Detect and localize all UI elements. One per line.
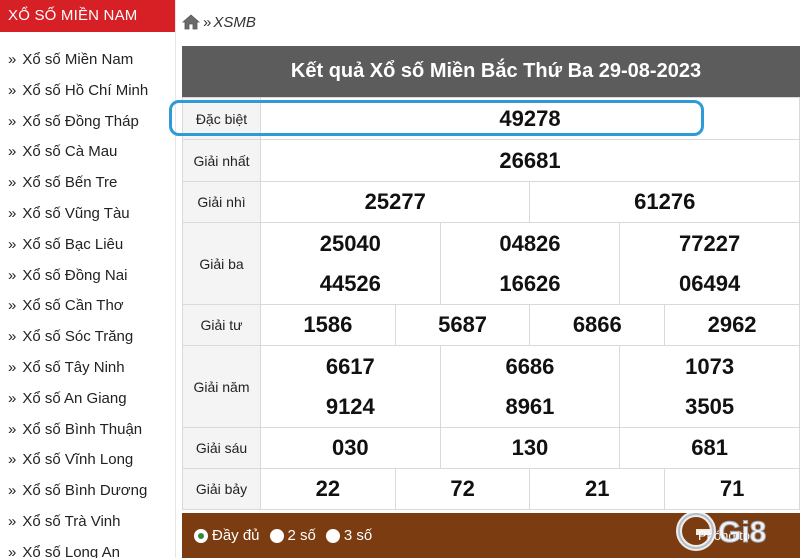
sidebar-item-an-giang[interactable]: » Xổ số An Giang	[0, 384, 175, 415]
results-title: Kết quả Xổ số Miền Bắc Thứ Ba 29-08-2023	[182, 46, 800, 97]
prize-number: 22	[260, 468, 396, 510]
sidebar-item-soc-trang[interactable]: » Xổ số Sóc Trăng	[0, 322, 175, 353]
sidebar-item-dong-thap[interactable]: » Xổ số Đồng Tháp	[0, 107, 175, 138]
results-table: Đặc biệt 49278 Giải nhất 26681 Giải nhì …	[182, 97, 800, 510]
prize-cell: 77227 06494	[619, 222, 800, 305]
prize-number: 25040	[319, 230, 381, 256]
prize-number: 130	[439, 427, 621, 469]
sidebar-item-binh-duong[interactable]: » Xổ số Bình Dương	[0, 476, 175, 507]
radio-3-digits[interactable]	[325, 528, 340, 543]
prize-label: Giải sáu	[182, 427, 261, 469]
prize-cell: 6617 9124	[260, 345, 441, 428]
sidebar-item-tay-ninh[interactable]: » Xổ số Tây Ninh	[0, 353, 175, 384]
prize-number: 8961	[505, 393, 555, 419]
sidebar-item-tra-vinh[interactable]: » Xổ số Trà Vinh	[0, 507, 175, 538]
breadcrumb-current[interactable]: XSMB	[213, 14, 256, 31]
sidebar-item-ben-tre[interactable]: » Xổ số Bến Tre	[0, 168, 175, 199]
watermark-text: Gi8	[718, 516, 766, 549]
sidebar-header: XỔ SỐ MIỀN NAM	[0, 0, 175, 32]
prize-label: Giải nhất	[182, 139, 261, 182]
option-2-digits[interactable]: 2 số	[269, 527, 316, 544]
prize-number: 681	[619, 427, 800, 469]
prize-number: 26681	[260, 139, 800, 182]
prize-number: 6617	[325, 353, 375, 379]
prize-cell: 04826 16626	[439, 222, 621, 305]
prize-number: 44526	[319, 270, 381, 296]
prize-label: Giải tư	[182, 304, 261, 346]
prize-number: 72	[394, 468, 531, 510]
prize-cell: 25040 44526	[260, 222, 441, 305]
sidebar-item-bac-lieu[interactable]: » Xổ số Bạc Liêu	[0, 230, 175, 261]
sidebar-item-ca-mau[interactable]: » Xổ số Cà Mau	[0, 137, 175, 168]
prize-row-sixth: Giải sáu 030 130 681	[182, 427, 800, 469]
option-full[interactable]: Đầy đủ	[194, 527, 260, 544]
prize-row-fifth: Giải năm 6617 9124 6686 8961 1073 3505	[182, 345, 800, 428]
sidebar-item-dong-nai[interactable]: » Xổ số Đồng Nai	[0, 261, 175, 292]
prize-number: 5687	[394, 304, 531, 346]
prize-row-second: Giải nhì 25277 61276	[182, 181, 800, 223]
prize-number: 06494	[679, 270, 741, 296]
sidebar-item-ho-chi-minh[interactable]: » Xổ số Hồ Chí Minh	[0, 76, 175, 107]
prize-row-special: Đặc biệt 49278	[182, 97, 800, 140]
prize-number: 21	[529, 468, 666, 510]
sidebar-item-long-an[interactable]: » Xổ số Long An	[0, 538, 175, 558]
prize-number: 04826	[499, 230, 561, 256]
prize-label: Giải ba	[182, 222, 261, 305]
prize-label: Giải nhì	[182, 181, 261, 223]
prize-label: Đặc biệt	[182, 97, 261, 140]
prize-number: 2962	[664, 304, 800, 346]
prize-row-third: Giải ba 25040 44526 04826 16626 77227 06494	[182, 222, 800, 305]
sidebar-item-vung-tau[interactable]: » Xổ số Vũng Tàu	[0, 199, 175, 230]
prize-number: 61276	[529, 181, 800, 223]
radio-2-digits[interactable]	[269, 528, 284, 543]
prize-label: Giải năm	[182, 345, 261, 428]
option-3-digits[interactable]: 3 số	[325, 527, 372, 544]
breadcrumb-separator: »	[203, 13, 212, 31]
prize-row-fourth: Giải tư 1586 5687 6866 2962	[182, 304, 800, 346]
results-panel: Kết quả Xổ số Miền Bắc Thứ Ba 29-08-2023…	[182, 46, 800, 510]
prize-number: 25277	[259, 181, 531, 223]
sidebar-list: » Xổ số Miền Nam » Xổ số Hồ Chí Minh » Xổ s…	[0, 32, 175, 558]
prize-number: 9124	[325, 393, 375, 419]
breadcrumb: » XSMB	[181, 9, 256, 35]
sidebar-item-vinh-long[interactable]: » Xổ số Vĩnh Long	[0, 445, 175, 476]
gi8-watermark-logo: Gi8	[672, 503, 800, 555]
sidebar-item-mien-nam[interactable]: » Xổ số Miền Nam	[0, 45, 175, 76]
prize-label: Giải bảy	[182, 468, 261, 510]
prize-cell: 6686 8961	[439, 345, 621, 428]
prize-row-first: Giải nhất 26681	[182, 139, 800, 182]
prize-number: 1586	[260, 304, 396, 346]
sidebar-item-can-tho[interactable]: » Xổ số Cần Thơ	[0, 291, 175, 322]
prize-number: 16626	[499, 270, 561, 296]
radio-full[interactable]	[194, 528, 208, 543]
special-prize-number: 49278	[260, 97, 800, 140]
prize-number: 6866	[529, 304, 666, 346]
sidebar-item-binh-thuan[interactable]: » Xổ số Bình Thuận	[0, 415, 175, 446]
prize-number: 6686	[505, 353, 555, 379]
prize-cell: 1073 3505	[619, 345, 800, 428]
prize-number: 77227	[679, 230, 741, 256]
prize-number: 3505	[685, 393, 735, 419]
home-icon[interactable]	[181, 14, 201, 30]
sidebar: XỔ SỐ MIỀN NAM » Xổ số Miền Nam » Xổ số Hồ…	[0, 0, 176, 558]
prize-number: 030	[260, 427, 441, 469]
prize-number: 1073	[685, 353, 735, 379]
